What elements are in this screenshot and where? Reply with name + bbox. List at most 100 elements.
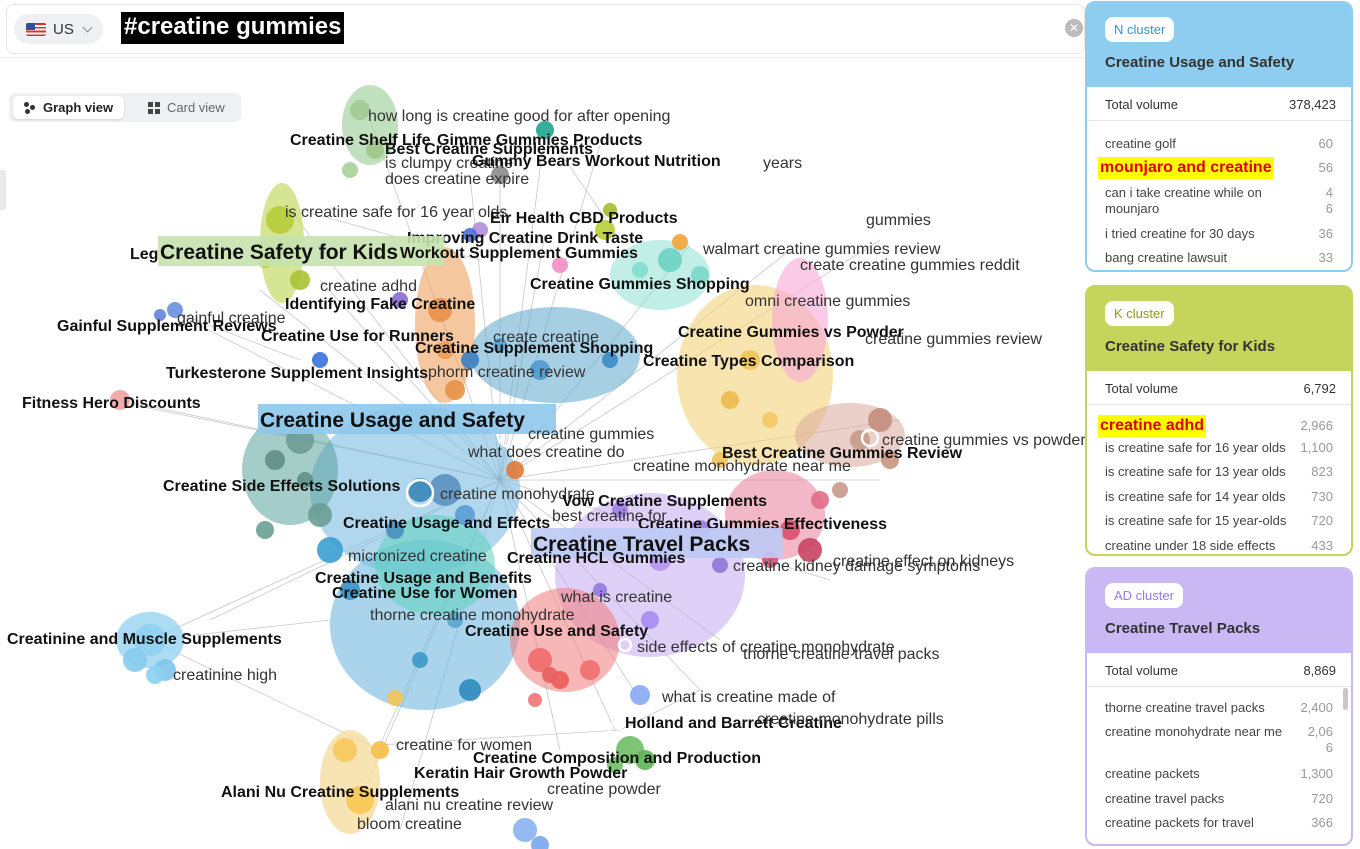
keyword-label[interactable]: thorne creatine monohydrate <box>370 607 575 624</box>
keyword-list[interactable]: thorne creatine travel packs 2,400 creat… <box>1087 688 1351 844</box>
search-query-text[interactable]: #creatine gummies <box>121 12 345 44</box>
keyword-label[interactable]: bloom creatine <box>357 816 462 833</box>
keyword-volume: 2,966 <box>1300 418 1333 433</box>
keyword-node[interactable] <box>513 818 537 842</box>
scrollbar-thumb[interactable] <box>1343 688 1348 710</box>
cluster-label[interactable]: Creatine Usage and Safety <box>260 409 525 432</box>
cluster-label[interactable]: Creatine Side Effects Solutions <box>163 478 400 495</box>
keyword-node[interactable] <box>528 693 542 707</box>
keyword-node[interactable] <box>342 162 358 178</box>
keyword-node[interactable] <box>721 391 739 409</box>
keyword-node[interactable] <box>123 648 147 672</box>
cluster-label[interactable]: Workout Supplement Gummies <box>400 245 638 262</box>
keyword-node[interactable] <box>580 660 600 680</box>
graph-canvas[interactable]: how long is creatine good for after open… <box>0 60 1085 849</box>
keyword-label[interactable]: creatine monohydrate near me <box>633 458 851 475</box>
keyword-node[interactable] <box>506 461 524 479</box>
keyword-label[interactable]: create creatine gummies reddit <box>800 257 1020 274</box>
keyword-label[interactable]: what does creatine do <box>467 444 625 461</box>
panel-collapse-handle[interactable] <box>0 170 6 210</box>
keyword-node[interactable] <box>350 100 370 120</box>
cluster-label[interactable]: Gainful Supplement Reviews <box>57 318 277 335</box>
keyword-label[interactable]: omni creatine gummies <box>745 293 910 310</box>
keyword-label[interactable]: years <box>763 155 802 172</box>
cluster-label[interactable]: Keratin Hair Growth Powder <box>414 765 627 782</box>
keyword-label[interactable]: creatine gummies review <box>865 331 1042 348</box>
country-selector[interactable]: US <box>14 14 103 44</box>
cluster-label[interactable]: Turkesterone Supplement Insights <box>166 365 428 382</box>
keyword-volume: 1,300 <box>1300 766 1333 781</box>
keyword-label[interactable]: does creatine expire <box>385 171 529 188</box>
cluster-label[interactable]: Creatinine and Muscle Supplements <box>7 631 282 648</box>
keyword-node[interactable] <box>658 248 682 272</box>
keyword-node[interactable] <box>712 557 728 573</box>
keyword-label[interactable]: creatine kidney damage symptoms <box>733 558 980 575</box>
cluster-label[interactable]: Fitness Hero Discounts <box>22 395 201 412</box>
keyword-label[interactable]: gummies <box>866 212 931 229</box>
keyword-label[interactable]: what is creatine <box>560 589 672 606</box>
keyword-text: creatine golf <box>1105 136 1176 151</box>
keyword-node[interactable] <box>459 679 481 701</box>
cluster-card-n[interactable]: N cluster Creatine Usage and Safety Tota… <box>1085 1 1353 272</box>
keyword-node[interactable] <box>308 503 332 527</box>
keyword-label[interactable]: phorm creatine review <box>428 364 586 381</box>
keyword-label[interactable]: creatine gummies <box>528 426 654 443</box>
keyword-node[interactable] <box>868 408 892 432</box>
cluster-label[interactable]: Gummy Bears Workout Nutrition <box>472 153 721 170</box>
keyword-node[interactable] <box>445 380 465 400</box>
keyword-label[interactable]: walmart creatine gummies review <box>702 241 941 258</box>
clear-search-icon[interactable]: ✕ <box>1065 19 1083 37</box>
cluster-card-k[interactable]: K cluster Creatine Safety for Kids Total… <box>1085 285 1353 556</box>
keyword-list[interactable]: creatine golf 60 mounjaro and creatine 5… <box>1087 122 1351 270</box>
keyword-label[interactable]: creatine adhd <box>320 278 417 295</box>
country-label: US <box>53 20 74 38</box>
keyword-label[interactable]: what is creatine made of <box>661 689 836 706</box>
card-view-tab[interactable]: Card view <box>137 96 236 119</box>
cluster-title: Creatine Safety for Kids <box>1105 338 1276 355</box>
keyword-volume: 433 <box>1311 538 1333 553</box>
keyword-node[interactable] <box>762 412 778 428</box>
view-toggle: Graph view Card view <box>9 93 241 122</box>
keyword-node[interactable] <box>333 738 357 762</box>
keyword-label[interactable]: creatine powder <box>547 781 662 798</box>
cluster-label[interactable]: Identifying Fake Creatine <box>285 296 475 313</box>
keyword-node[interactable] <box>290 270 310 290</box>
cluster-label[interactable]: Creatine Types Comparison <box>643 353 854 370</box>
keyword-label[interactable]: how long is creatine good for after open… <box>368 108 670 125</box>
keyword-node[interactable] <box>317 537 343 563</box>
cluster-card-ad[interactable]: AD cluster Creatine Travel Packs Total v… <box>1085 567 1353 846</box>
keyword-node[interactable] <box>265 450 285 470</box>
keyword-label[interactable]: is creatine safe for 16 year olds <box>285 204 507 221</box>
cluster-label[interactable]: Leg <box>130 246 158 263</box>
keyword-label[interactable]: creatinine high <box>173 667 277 684</box>
graph-icon <box>24 101 36 114</box>
cluster-label[interactable]: Creatine Safety for Kids <box>160 241 398 264</box>
keyword-node[interactable] <box>832 482 848 498</box>
cluster-label[interactable]: Creatine Use for Women <box>332 585 518 602</box>
keyword-node[interactable] <box>630 685 650 705</box>
cluster-label[interactable]: Creatine Supplement Shopping <box>415 340 653 357</box>
keyword-text: creatine under 18 side effects <box>1105 538 1276 553</box>
cluster-label[interactable]: Creatine HCL Gummies <box>507 550 686 567</box>
keyword-node[interactable] <box>542 667 558 683</box>
cluster-label[interactable]: Eir Health CBD Products <box>490 210 678 227</box>
keyword-node[interactable] <box>412 652 428 668</box>
keyword-list[interactable]: creatine adhd 2,966 is creatine safe for… <box>1087 406 1351 554</box>
keyword-label[interactable]: alani nu creatine review <box>385 797 554 814</box>
keyword-label[interactable]: thorne creatine travel packs <box>743 646 940 663</box>
keyword-cluster-graph[interactable]: how long is creatine good for after open… <box>0 60 1085 849</box>
keyword-node[interactable] <box>811 491 829 509</box>
keyword-volume: 56 <box>1318 160 1333 175</box>
keyword-node[interactable] <box>256 521 274 539</box>
keyword-node[interactable] <box>146 666 164 684</box>
cluster-label[interactable]: Creatine Gummies Shopping <box>530 276 750 293</box>
keyword-node[interactable] <box>371 741 389 759</box>
keyword-node[interactable] <box>672 234 688 250</box>
cluster-label[interactable]: Creatine Usage and Effects <box>343 515 550 532</box>
graph-view-tab[interactable]: Graph view <box>13 96 125 119</box>
keyword-text: can i take creatine while on mounjaro <box>1105 185 1262 216</box>
cluster-label[interactable]: Creatine Use and Safety <box>465 623 648 640</box>
keyword-label[interactable]: micronized creatine <box>348 548 487 565</box>
keyword-node[interactable] <box>387 690 403 706</box>
keyword-label[interactable]: creatine monohydrate pills <box>757 711 944 728</box>
